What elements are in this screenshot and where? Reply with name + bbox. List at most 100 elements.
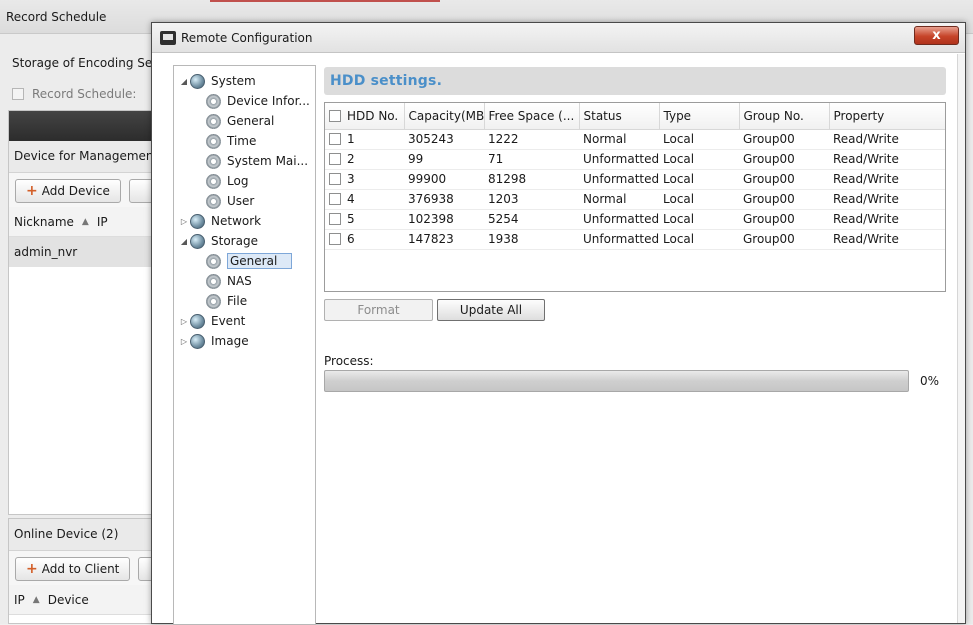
hdd-number-cell: 4	[325, 189, 404, 210]
gear-icon	[206, 273, 221, 289]
close-button[interactable]: x	[914, 26, 959, 45]
process-progress-bar	[324, 370, 909, 392]
table-cell: Local	[659, 149, 739, 170]
storage-encoding-label: Storage of Encoding Serv	[12, 56, 165, 70]
column-header[interactable]: Free Space (...	[484, 103, 580, 130]
tree-item-label: Image	[211, 334, 249, 348]
record-schedule-checkbox[interactable]	[12, 88, 24, 100]
plus-icon: +	[26, 183, 38, 199]
column-header[interactable]: Group No.	[739, 103, 830, 130]
tree-item-label: System Mai...	[227, 154, 309, 168]
row-checkbox[interactable]	[329, 233, 341, 245]
tree-item-event[interactable]: ▷ Event	[178, 312, 245, 330]
column-ip[interactable]: IP	[97, 215, 108, 229]
record-schedule-label: Record Schedule:	[32, 87, 137, 101]
tree-item-label: User	[227, 194, 255, 208]
column-header[interactable]: HDD No.	[325, 103, 405, 130]
table-cell: 81298	[484, 169, 579, 190]
row-checkbox[interactable]	[329, 153, 341, 165]
column-header[interactable]: Status	[579, 103, 660, 130]
table-cell: Local	[659, 189, 739, 210]
section-title: HDD settings.	[324, 67, 946, 95]
panel-dark-header	[9, 111, 157, 141]
table-cell: 1222	[484, 129, 579, 150]
row-checkbox[interactable]	[329, 133, 341, 145]
tree-item-label: Event	[211, 314, 246, 328]
online-device-panel: Online Device (2) + Add to Client IP ▲ D…	[8, 518, 169, 624]
row-checkbox[interactable]	[329, 193, 341, 205]
column-nickname[interactable]: Nickname	[14, 215, 74, 229]
record-schedule-option[interactable]: Record Schedule:	[12, 87, 136, 101]
column-header[interactable]: Capacity(MB)	[404, 103, 485, 130]
gear-icon	[206, 153, 221, 169]
table-row[interactable]: 1 305243 1222 Normal Local Group00 Read/Write	[325, 129, 945, 150]
app-window-icon	[160, 31, 176, 45]
tree-item-storage[interactable]: ◢ Storage	[178, 232, 258, 250]
collapsed-arrow-icon[interactable]: ▷	[178, 217, 190, 226]
select-all-checkbox[interactable]	[329, 109, 341, 122]
gear-icon	[206, 93, 221, 109]
table-row[interactable]: 2 99 71 Unformatted Local Group00 Read/Write	[325, 149, 945, 170]
table-row[interactable]: 6 147823 1938 Unformatted Local Group00 Read/W…	[325, 229, 945, 250]
add-to-client-button[interactable]: + Add to Client	[15, 557, 131, 581]
row-checkbox[interactable]	[329, 173, 341, 185]
tree-item-system-maint[interactable]: System Mai...	[206, 152, 308, 170]
update-all-button[interactable]: Update All	[437, 299, 545, 321]
tree-item-user[interactable]: User	[206, 192, 254, 210]
column-header[interactable]: Property	[829, 103, 945, 130]
add-device-button[interactable]: + Add Device	[15, 179, 121, 203]
cell-text: 1	[347, 132, 355, 146]
table-cell: Group00	[739, 209, 829, 230]
tree-item-general-sys[interactable]: General	[206, 112, 274, 130]
expanded-arrow-icon[interactable]: ◢	[178, 77, 190, 86]
table-cell: Normal	[579, 129, 659, 150]
table-cell: Local	[659, 229, 739, 250]
table-cell: Group00	[739, 149, 829, 170]
hdd-table: HDD No. Capacity(MB) Free Space (... Status…	[324, 102, 946, 292]
tree-item-label: System	[211, 74, 256, 88]
dialog-title: Remote Configuration	[181, 31, 313, 45]
table-cell: Group00	[739, 229, 829, 250]
column-ip[interactable]: IP	[14, 593, 25, 607]
tree-item-system[interactable]: ◢ System	[178, 72, 256, 90]
table-cell: 102398	[404, 209, 484, 230]
hdd-settings-pane: HDD settings. HDD No. Capacity(MB) Free Sp…	[324, 67, 946, 623]
row-checkbox[interactable]	[329, 213, 341, 225]
table-cell: Read/Write	[829, 149, 945, 170]
hdd-number-cell: 1	[325, 129, 404, 150]
progress-percent: 0%	[920, 374, 940, 388]
add-device-label: Add Device	[41, 184, 110, 198]
tree-item-nas[interactable]: NAS	[206, 272, 252, 290]
tree-item-label: General	[227, 253, 293, 269]
tree-item-general-storage[interactable]: General	[206, 252, 293, 270]
hdd-number-cell: 6	[325, 229, 404, 250]
dialog-title-bar[interactable]: Remote Configuration x	[152, 23, 965, 53]
table-cell: 1203	[484, 189, 579, 210]
table-cell: 99900	[404, 169, 484, 190]
tree-item-log[interactable]: Log	[206, 172, 248, 190]
gear-icon	[206, 193, 221, 209]
table-row[interactable]: 5 102398 5254 Unformatted Local Group00 Read/W…	[325, 209, 945, 230]
tree-item-time[interactable]: Time	[206, 132, 256, 150]
tree-item-device-info[interactable]: Device Infor...	[206, 92, 310, 110]
process-label: Process:	[324, 354, 374, 368]
background-window-title: Record Schedule	[6, 10, 107, 24]
table-row[interactable]: 3 99900 81298 Unformatted Local Group00 Read/W…	[325, 169, 945, 190]
table-row[interactable]: 4 376938 1203 Normal Local Group00 Read/Write	[325, 189, 945, 210]
format-button[interactable]: Format	[324, 299, 433, 321]
expanded-arrow-icon[interactable]: ◢	[178, 237, 190, 246]
tree-item-network[interactable]: ▷ Network	[178, 212, 261, 230]
table-cell: Unformatted	[579, 169, 659, 190]
collapsed-arrow-icon[interactable]: ▷	[178, 317, 190, 326]
collapsed-arrow-icon[interactable]: ▷	[178, 337, 190, 346]
device-row[interactable]: admin_nvr	[9, 237, 157, 267]
tree-item-label: File	[227, 294, 248, 308]
tree-item-file[interactable]: File	[206, 292, 247, 310]
sort-ascending-icon: ▲	[81, 216, 89, 227]
column-header[interactable]: Type	[659, 103, 740, 130]
dialog-scrollbar[interactable]	[957, 54, 965, 623]
gear-icon	[206, 133, 221, 149]
column-device[interactable]: Device	[48, 593, 89, 607]
cell-text: 6	[347, 232, 355, 246]
tree-item-image[interactable]: ▷ Image	[178, 332, 249, 350]
